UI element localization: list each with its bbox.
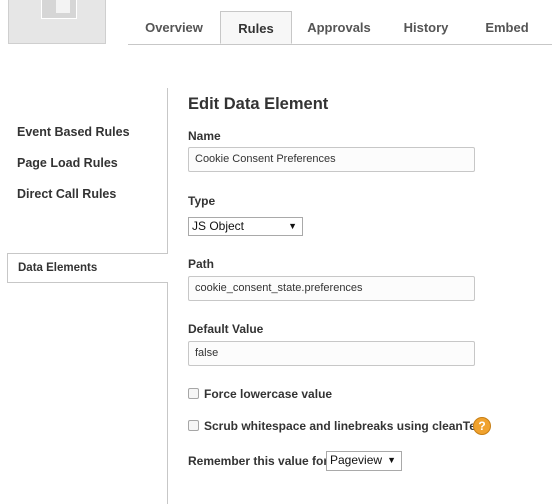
sidebar-item-page-load-rules[interactable]: Page Load Rules <box>17 156 118 170</box>
help-icon[interactable]: ? <box>473 417 491 435</box>
type-label: Type <box>188 194 216 208</box>
force-lowercase-label: Force lowercase value <box>204 387 333 401</box>
sidebar-item-event-based-rules[interactable]: Event Based Rules <box>17 125 130 139</box>
tab-rules[interactable]: Rules <box>220 11 292 44</box>
tab-embed[interactable]: Embed <box>470 18 544 44</box>
sidebar-item-data-elements[interactable]: Data Elements <box>7 253 168 283</box>
tab-bar: Overview Rules Approvals History Embed <box>128 0 552 45</box>
name-label: Name <box>188 129 221 143</box>
scrub-whitespace-label: Scrub whitespace and linebreaks using cl… <box>204 419 487 433</box>
chevron-down-icon: ▼ <box>387 455 396 465</box>
chevron-down-icon: ▼ <box>288 221 297 231</box>
property-thumbnail <box>8 0 106 44</box>
remember-select[interactable]: Pageview ▼ <box>326 451 402 471</box>
default-value-field[interactable]: false <box>188 341 475 366</box>
tab-approvals[interactable]: Approvals <box>296 18 382 44</box>
remember-label: Remember this value for <box>188 454 329 468</box>
type-select[interactable]: JS Object ▼ <box>188 217 303 236</box>
force-lowercase-checkbox[interactable] <box>188 388 199 399</box>
tab-overview[interactable]: Overview <box>128 18 220 44</box>
path-label: Path <box>188 257 215 271</box>
default-value-label: Default Value <box>188 322 264 336</box>
scrub-whitespace-checkbox[interactable] <box>188 420 199 431</box>
remember-select-value: Pageview <box>330 453 383 467</box>
thumbnail-image-icon <box>41 0 77 19</box>
sidebar-item-direct-call-rules[interactable]: Direct Call Rules <box>17 187 116 201</box>
page-title: Edit Data Element <box>188 95 329 113</box>
tab-history[interactable]: History <box>382 18 470 44</box>
path-field[interactable]: cookie_consent_state.preferences <box>188 276 475 301</box>
name-field[interactable]: Cookie Consent Preferences <box>188 147 475 172</box>
type-select-value: JS Object <box>192 219 245 233</box>
sidebar-divider <box>167 88 168 504</box>
